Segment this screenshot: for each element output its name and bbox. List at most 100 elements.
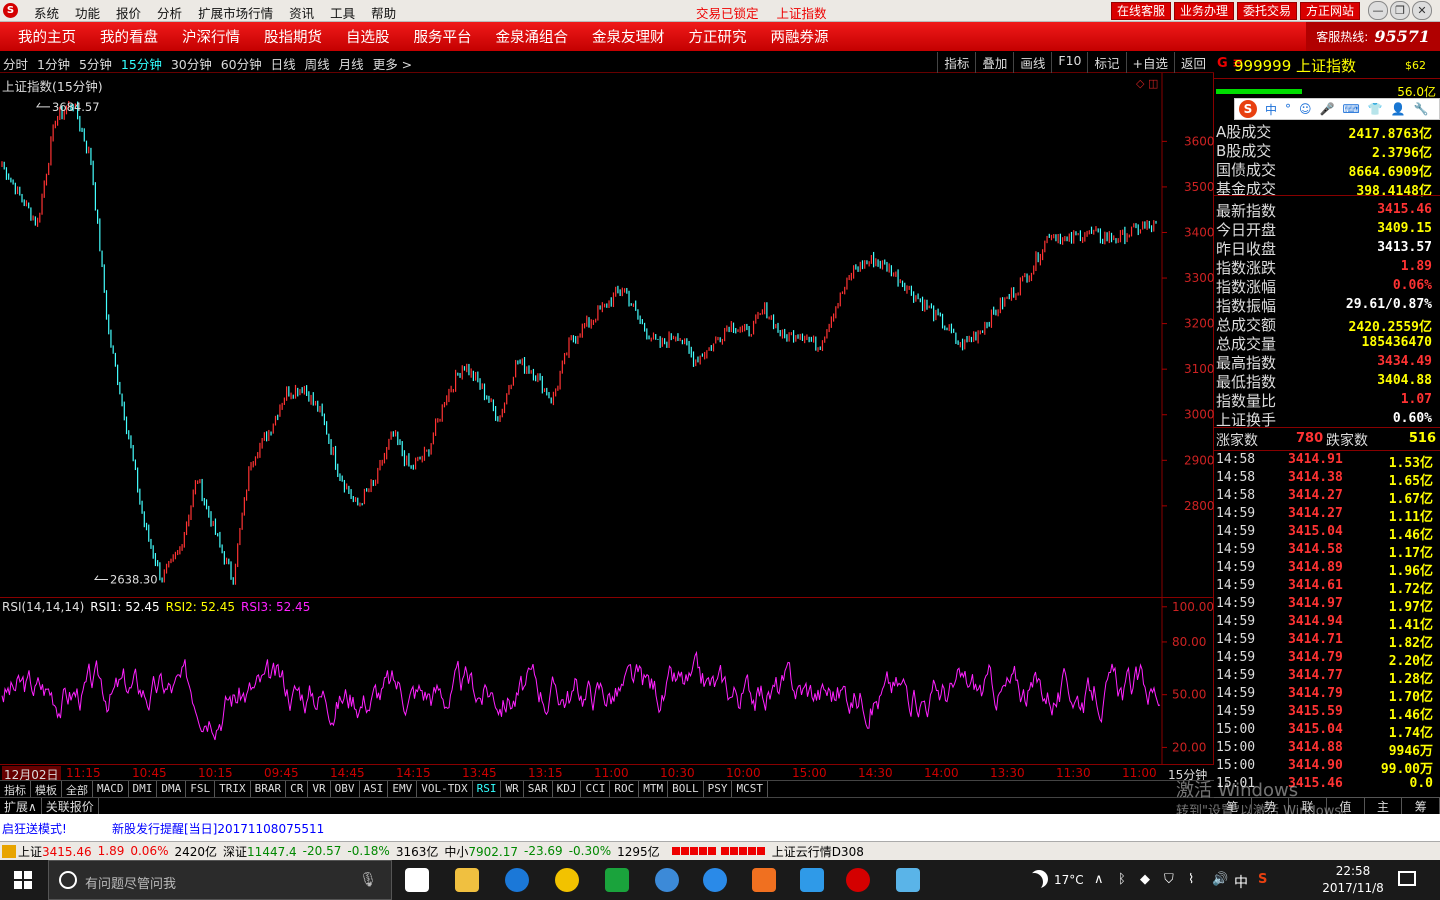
menu-item[interactable]: 工具 — [322, 3, 363, 22]
indicator-tab[interactable]: CCI — [581, 781, 611, 797]
chart-tool-button[interactable]: 返回 — [1173, 52, 1212, 73]
indicator-tab[interactable]: MTM — [639, 781, 669, 797]
volume-icon[interactable]: 🔊 — [1212, 872, 1228, 887]
ime-tool-icon[interactable]: 🔧 — [1414, 102, 1429, 116]
indicator-tab[interactable]: VR — [308, 781, 331, 797]
tray-app-icon[interactable]: ◆ — [1140, 872, 1150, 887]
quick-button[interactable]: 委托交易 — [1237, 2, 1298, 20]
zx-index[interactable]: 中小7902.17 — [444, 843, 518, 860]
taskbar-search[interactable]: 有问题尽管问我 🎙 — [48, 860, 392, 900]
ime-tool-icon[interactable]: ⌨ — [1342, 102, 1359, 116]
sogou-icon[interactable]: S — [1239, 100, 1257, 118]
ime-tool-icon[interactable]: ° — [1285, 102, 1291, 116]
pdf-reader-icon[interactable] — [752, 868, 776, 892]
wechat-icon[interactable] — [605, 868, 629, 892]
indicator-tab[interactable]: 指标 — [0, 781, 31, 797]
founder-app-icon[interactable] — [846, 868, 870, 892]
indicator-tab[interactable]: RSI — [473, 781, 502, 797]
menu-item[interactable]: 报价 — [108, 3, 149, 22]
menu-item[interactable]: 帮助 — [363, 3, 404, 22]
indicator-tab[interactable]: PSY — [704, 781, 733, 797]
quick-button[interactable]: 方正网站 — [1300, 2, 1361, 20]
chart-corner-icon[interactable]: ◇ ◫ — [1136, 77, 1158, 90]
sh-index[interactable]: 上证3415.46 — [18, 843, 92, 860]
nav-item[interactable]: 我的主页 — [6, 26, 88, 47]
chart-tool-button[interactable]: 指标 — [937, 52, 975, 73]
nav-item[interactable]: 沪深行情 — [170, 26, 252, 47]
indicator-tab[interactable]: DMA — [157, 781, 187, 797]
weather-icon[interactable] — [1030, 870, 1048, 888]
period-tab[interactable]: 更多 > — [373, 54, 412, 73]
indicator-tab[interactable]: SAR — [524, 781, 553, 797]
menu-item[interactable]: 功能 — [67, 3, 108, 22]
sub-tab[interactable]: 关联报价 — [42, 798, 99, 814]
network-icon[interactable]: ⌇ — [1188, 872, 1194, 887]
microphone-icon[interactable]: 🎙 — [359, 872, 377, 888]
nav-item[interactable]: 金泉友理财 — [580, 26, 677, 47]
menu-item[interactable]: 分析 — [149, 3, 190, 22]
ime-toolbar[interactable]: S 中 ° ☺ 🎤 ⌨ 👕 👤 🔧 — [1234, 98, 1440, 120]
indicator-tab[interactable]: WR — [501, 781, 524, 797]
indicator-tab[interactable]: VOL-TDX — [417, 781, 473, 797]
period-tab[interactable]: 15分钟 — [121, 54, 162, 73]
nav-item[interactable]: 股指期货 — [252, 26, 334, 47]
quote-panel-tab[interactable]: 主 — [1365, 798, 1403, 815]
period-tab[interactable]: 30分钟 — [171, 54, 212, 73]
indicator-tab[interactable]: BRAR — [251, 781, 287, 797]
minimize-icon[interactable]: — — [1368, 1, 1388, 20]
ime-tool-icon[interactable]: 👕 — [1368, 102, 1383, 116]
restore-icon[interactable]: ❐ — [1390, 1, 1410, 20]
store-icon[interactable] — [405, 868, 429, 892]
quote-panel-tab[interactable]: 筹 — [1402, 798, 1440, 815]
indicator-tab[interactable]: BOLL — [668, 781, 704, 797]
indicator-tab[interactable]: 全部 — [62, 781, 93, 797]
period-tab[interactable]: 5分钟 — [79, 54, 112, 73]
indicator-tab[interactable]: ASI — [360, 781, 389, 797]
ime-indicator[interactable]: 中 — [1234, 872, 1248, 892]
sz-index[interactable]: 深证11447.4 — [223, 843, 297, 860]
nav-item[interactable]: 两融券源 — [759, 26, 841, 47]
nav-item[interactable]: 服务平台 — [402, 26, 484, 47]
nav-item[interactable]: 我的看盘 — [88, 26, 170, 47]
sogou-tray-icon[interactable]: S — [1258, 872, 1267, 887]
indicator-tab[interactable]: ROC — [610, 781, 640, 797]
network-app-icon[interactable] — [655, 868, 679, 892]
main-chart[interactable]: 3600 3500 3400 3300 3200 3100 3000 2900 2800 3684… — [0, 73, 1214, 597]
indicator-tab[interactable]: TRIX — [215, 781, 251, 797]
writer-icon[interactable] — [800, 868, 824, 892]
indicator-tab[interactable]: FSL — [186, 781, 216, 797]
menu-item[interactable]: 资讯 — [281, 3, 322, 22]
ime-tool-icon[interactable]: ☺ — [1299, 102, 1312, 116]
indicator-tab[interactable]: 模板 — [31, 781, 62, 797]
security-icon[interactable]: ⛉ — [1164, 872, 1174, 887]
period-tab[interactable]: 60分钟 — [221, 54, 262, 73]
quick-button[interactable]: 在线客服 — [1111, 2, 1172, 20]
edge-icon[interactable] — [505, 868, 529, 892]
period-tab[interactable]: 日线 — [271, 54, 296, 73]
ime-tool-icon[interactable]: 🎤 — [1320, 102, 1335, 116]
period-tab[interactable]: 分时 — [3, 54, 28, 73]
menu-item[interactable]: 扩展市场行情 — [190, 3, 281, 22]
status-menu-icon[interactable] — [2, 844, 16, 858]
ime-tool-icon[interactable]: 中 — [1265, 101, 1277, 118]
windows-start-icon[interactable] — [14, 871, 32, 889]
close-icon[interactable]: ✕ — [1412, 1, 1432, 20]
chart-tool-button[interactable]: 标记 — [1087, 52, 1125, 73]
period-tab[interactable]: 周线 — [305, 54, 330, 73]
indicator-tab[interactable]: OBV — [331, 781, 360, 797]
ime-tool-icon[interactable]: 👤 — [1391, 102, 1406, 116]
bluetooth-icon[interactable]: ᛒ — [1118, 872, 1126, 887]
file-explorer-icon[interactable] — [455, 868, 479, 892]
tray-expand-icon[interactable]: ∧ — [1094, 872, 1104, 887]
quick-button[interactable]: 业务办理 — [1174, 2, 1235, 20]
chart-tool-button[interactable]: 叠加 — [975, 52, 1013, 73]
indicator-tab[interactable]: MCST — [732, 781, 768, 797]
indicator-tab[interactable]: MACD — [93, 781, 129, 797]
app-icon[interactable] — [896, 868, 920, 892]
browser-360-icon[interactable] — [555, 868, 579, 892]
indicator-tab[interactable]: CR — [286, 781, 309, 797]
rsi-panel[interactable]: 100.00 80.00 50.00 20.00 RSI(14,14,14) RSI1… — [0, 597, 1214, 765]
chart-tool-button[interactable]: 画线 — [1013, 52, 1051, 73]
news-link[interactable]: 新股发行提醒[当日]20171108075511 — [112, 820, 324, 837]
cloud-quote[interactable]: 上证云行情D308 — [772, 843, 864, 860]
